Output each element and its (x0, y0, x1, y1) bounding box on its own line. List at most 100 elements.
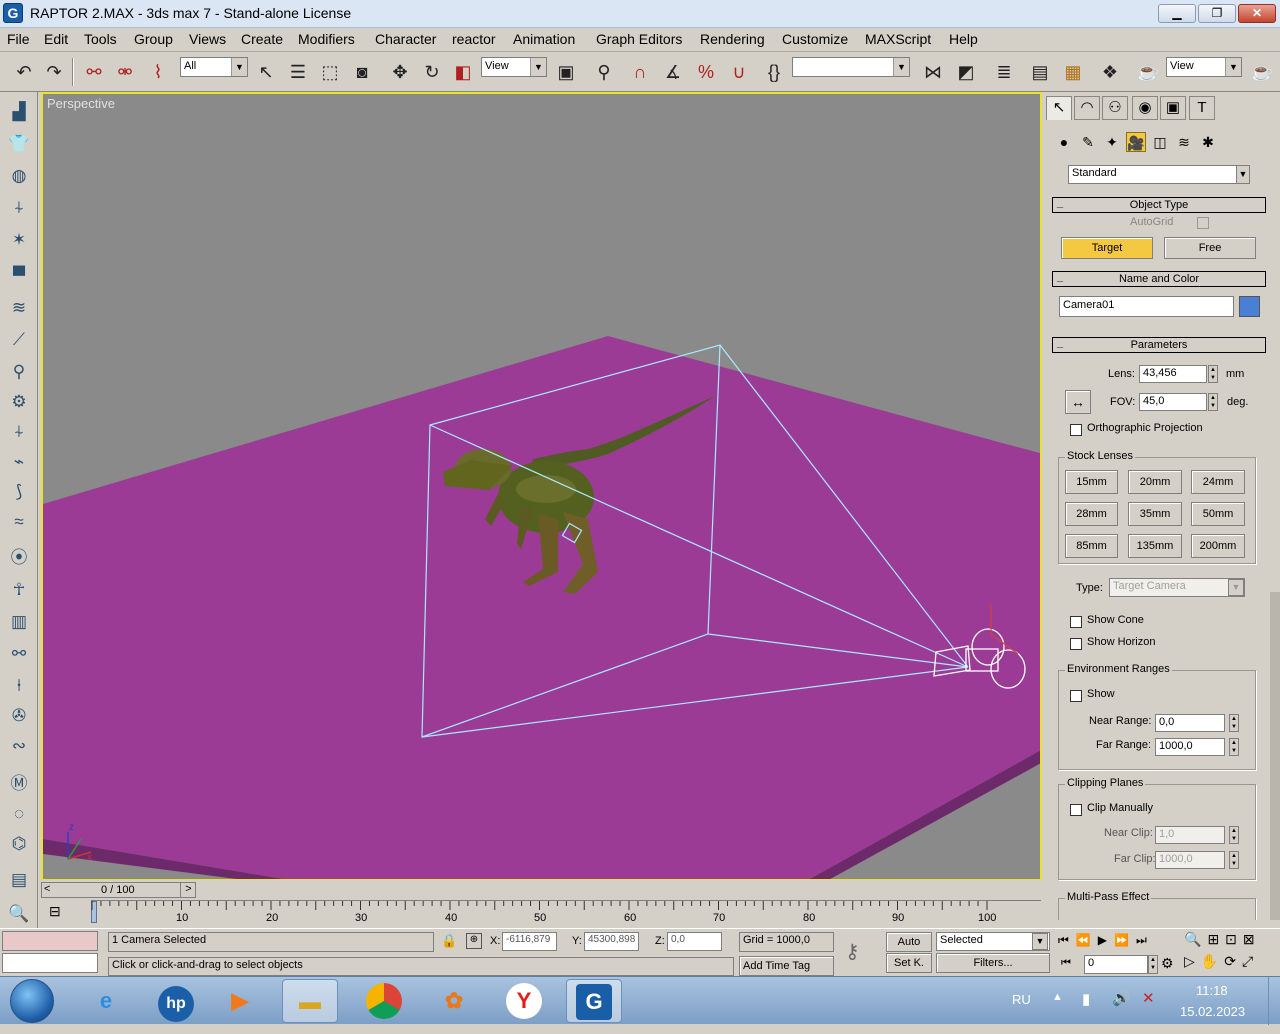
yandex-browser-icon[interactable]: Y (496, 979, 552, 1023)
lens-28mm-button[interactable]: 28mm (1065, 502, 1118, 526)
object-type-rollout-header[interactable]: _ Object Type (1052, 197, 1266, 213)
y-coordinate[interactable]: 45300,898 (584, 932, 639, 951)
tab-display[interactable]: ▣ (1160, 96, 1186, 120)
far-range-spinner[interactable]: ▲ ▼ (1229, 738, 1239, 756)
water-icon[interactable]: ⟆ (7, 480, 31, 504)
lens-85mm-button[interactable]: 85mm (1065, 534, 1118, 558)
percent-snap-icon[interactable]: % (694, 60, 718, 84)
lens-input[interactable]: 43,456 (1139, 365, 1207, 383)
quick-render-icon[interactable]: ☕ (1250, 60, 1274, 84)
select-and-move-icon[interactable]: ✥ (388, 60, 412, 84)
category-dropdown[interactable]: Standard (1068, 165, 1250, 184)
near-clip-spinner[interactable]: ▲ ▼ (1229, 826, 1239, 844)
zoom-extents-icon[interactable]: ⊡ (1225, 931, 1243, 947)
deforming-mesh-icon[interactable]: ✶ (7, 228, 31, 252)
menu-edit[interactable]: Edit (44, 31, 68, 47)
time-configuration-icon[interactable]: ⚙ (1161, 955, 1174, 972)
object-name-field[interactable]: Camera01 (1059, 296, 1234, 317)
constraint-solver-icon[interactable]: ⦿ (7, 546, 31, 570)
maxscript-listener-mini[interactable] (2, 931, 98, 951)
render-type-dropdown[interactable]: View ▼ (1166, 57, 1242, 77)
menu-group[interactable]: Group (134, 31, 173, 47)
rope-collection-icon[interactable]: ⍭ (7, 196, 31, 220)
hp-icon[interactable]: hp (148, 979, 204, 1023)
arc-rotate-icon[interactable]: ⟳ (1224, 953, 1242, 969)
schematic-view-icon[interactable]: ▦ (1061, 60, 1085, 84)
spinner-snap-icon[interactable]: ∪ (727, 60, 751, 84)
redo-icon[interactable]: ↷ (42, 60, 66, 84)
prismatic-constraint-icon[interactable]: ⍿ (7, 674, 31, 698)
show-horizon-checkbox[interactable] (1070, 638, 1082, 650)
lens-50mm-button[interactable]: 50mm (1191, 502, 1245, 526)
dashpot-icon[interactable]: ⟋ (7, 328, 31, 352)
menu-animation[interactable]: Animation (513, 31, 575, 47)
clip-manually-checkbox[interactable] (1070, 804, 1082, 816)
cloth-collection-icon[interactable]: 👕 (7, 132, 31, 156)
edit-named-selection-icon[interactable]: {} (762, 60, 786, 84)
auto-key-button[interactable]: Auto (886, 932, 932, 952)
media-player-icon[interactable]: ▶ (212, 979, 268, 1023)
set-key-button[interactable]: Set K. (886, 953, 932, 973)
selection-filter-dropdown[interactable]: All ▼ (180, 57, 248, 77)
select-and-scale-icon[interactable]: ◧ (451, 60, 475, 84)
x-coordinate[interactable]: -6116,879 (502, 932, 557, 951)
bind-to-space-warp-icon[interactable]: ⌇ (146, 60, 170, 84)
command-panel-scrollbar[interactable] (1270, 592, 1280, 920)
hinge-constraint-icon[interactable]: ▥ (7, 610, 31, 634)
named-selection-dropdown[interactable]: ▼ (792, 57, 910, 77)
absolute-mode-icon[interactable]: ⊕ (466, 933, 482, 949)
language-indicator[interactable]: RU (1012, 992, 1031, 1007)
car-wheel-icon[interactable]: ✇ (7, 704, 31, 728)
free-button[interactable]: Free (1164, 237, 1256, 259)
env-show-checkbox[interactable] (1070, 690, 1082, 702)
select-by-name-icon[interactable]: ☰ (286, 60, 310, 84)
time-slider-next[interactable]: > (180, 883, 196, 897)
select-object-icon[interactable]: ↖ (254, 60, 278, 84)
target-button[interactable]: Target (1061, 237, 1153, 259)
cameras-icon[interactable]: 🎥 (1126, 132, 1146, 152)
material-editor-icon[interactable]: ❖ (1098, 60, 1122, 84)
fov-spinner[interactable]: ▲ ▼ (1208, 393, 1218, 411)
point-to-point-icon[interactable]: ⚯ (7, 642, 31, 666)
analyze-world-icon[interactable]: ⌬ (7, 832, 31, 856)
rectangular-selection-icon[interactable]: ⬚ (318, 60, 342, 84)
clock-time[interactable]: 11:18 (1196, 983, 1228, 998)
maximize-button[interactable]: ❐ (1198, 4, 1236, 23)
shapes-icon[interactable]: ✎ (1078, 132, 1098, 152)
camera-type-dropdown[interactable]: Target Camera (1109, 578, 1245, 597)
tab-hierarchy[interactable]: ⚇ (1102, 96, 1128, 120)
menu-reactor[interactable]: reactor (452, 31, 496, 47)
internet-explorer-icon[interactable]: e (78, 979, 134, 1023)
preview-icon[interactable]: ◌ (7, 802, 31, 826)
near-range-spinner[interactable]: ▲ ▼ (1229, 714, 1239, 732)
network-icon[interactable]: ✕ (1142, 989, 1155, 1007)
curve-editor-icon[interactable]: ▤ (1028, 60, 1052, 84)
layer-manager-icon[interactable]: ≣ (992, 60, 1016, 84)
frame-spinner[interactable]: ▲ ▼ (1148, 955, 1158, 974)
3dsmax-logo-icon[interactable]: G (3, 3, 23, 23)
chrome-icon[interactable] (356, 979, 412, 1023)
autogrid-checkbox[interactable] (1197, 217, 1209, 229)
systems-icon[interactable]: ✱ (1198, 132, 1218, 152)
lens-15mm-button[interactable]: 15mm (1065, 470, 1118, 494)
select-and-manipulate-icon[interactable]: ⚲ (592, 60, 616, 84)
zoom-extents-all-icon[interactable]: ⊠ (1243, 931, 1261, 947)
menu-help[interactable]: Help (949, 31, 978, 47)
go-to-end-icon[interactable]: ⏭ (1136, 933, 1154, 947)
file-explorer-icon[interactable]: ▬ (282, 979, 338, 1023)
rigid-body-collection-icon[interactable]: ▟ (7, 100, 31, 124)
use-pivot-center-icon[interactable]: ▣ (554, 60, 578, 84)
tab-create[interactable]: ↖ (1046, 96, 1072, 120)
render-scene-icon[interactable]: ☕ (1136, 60, 1160, 84)
name-and-color-rollout-header[interactable]: _ Name and Color (1052, 271, 1266, 287)
viewport-label[interactable]: Perspective (47, 96, 115, 111)
zoom-icon[interactable]: 🔍 (1184, 931, 1207, 947)
start-orb-icon[interactable] (10, 979, 54, 1023)
photo-app-icon[interactable]: ✿ (426, 979, 482, 1023)
frame-ruler[interactable]: 10 20 30 40 50 60 70 80 90 100 (91, 900, 1041, 926)
close-button[interactable]: ✕ (1238, 4, 1276, 23)
water-waves-icon[interactable]: ≈ (7, 510, 31, 534)
key-mode-toggle-icon[interactable]: ⏮ (1061, 957, 1071, 970)
near-clip-input[interactable]: 1,0 (1155, 826, 1225, 844)
orthographic-checkbox[interactable] (1070, 424, 1082, 436)
